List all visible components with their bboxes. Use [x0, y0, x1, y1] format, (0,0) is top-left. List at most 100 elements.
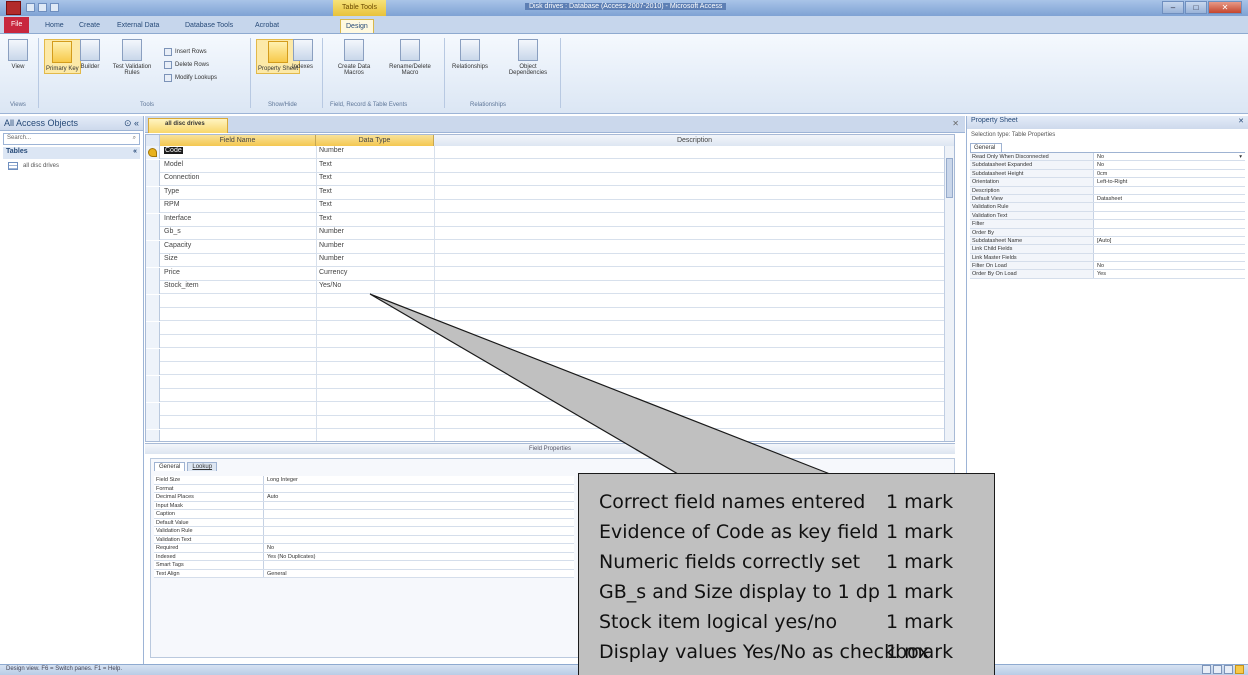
data-type-cell[interactable]: Number — [319, 228, 344, 235]
row-selector[interactable] — [146, 200, 160, 213]
table-row[interactable] — [146, 429, 954, 441]
table-row[interactable]: Interface Text — [146, 213, 954, 227]
data-type-cell[interactable]: Text — [319, 215, 332, 222]
property-sheet-row[interactable]: Description — [970, 186, 1245, 195]
table-row[interactable] — [146, 335, 954, 348]
row-selector[interactable] — [146, 416, 160, 429]
property-value[interactable]: No — [1094, 262, 1245, 269]
table-row[interactable] — [146, 348, 954, 362]
field-property-row[interactable]: Validation Text — [154, 535, 574, 544]
tab-acrobat[interactable]: Acrobat — [250, 19, 284, 33]
field-property-row[interactable]: Validation Rule — [154, 527, 574, 536]
property-value[interactable] — [1094, 254, 1245, 261]
chevron-down-icon[interactable]: ▾ — [1239, 153, 1242, 160]
property-sheet-row[interactable]: Validation Text — [970, 211, 1245, 221]
delete-rows-button[interactable]: Delete Rows — [164, 61, 209, 69]
row-selector[interactable] — [146, 308, 160, 321]
property-value[interactable] — [1094, 187, 1245, 194]
nav-search-input[interactable]: Search... ⌕ — [3, 133, 140, 145]
modify-lookups-button[interactable]: Modify Lookups — [164, 74, 217, 82]
property-value[interactable] — [1094, 229, 1245, 236]
property-value[interactable]: Long Integer — [264, 476, 574, 484]
property-value[interactable] — [264, 518, 574, 526]
row-selector[interactable] — [146, 375, 160, 389]
property-sheet-row[interactable]: Filter — [970, 220, 1245, 229]
field-name-cell[interactable]: Model — [164, 161, 183, 168]
row-selector[interactable] — [146, 335, 160, 348]
document-tab[interactable]: all disc drives — [148, 118, 228, 133]
field-name-cell[interactable]: Connection — [164, 174, 199, 181]
field-name-cell[interactable]: Size — [164, 255, 178, 262]
close-icon[interactable]: ✕ — [1238, 117, 1244, 128]
row-selector[interactable] — [146, 173, 160, 186]
data-type-cell[interactable]: Number — [319, 242, 344, 249]
row-selector[interactable] — [146, 281, 160, 294]
data-type-cell[interactable]: Text — [319, 174, 332, 181]
view-button[interactable]: View — [8, 39, 28, 70]
table-row[interactable] — [146, 294, 954, 308]
undo-icon[interactable] — [38, 3, 47, 12]
field-property-row[interactable]: Smart Tags — [154, 561, 574, 570]
scroll-thumb[interactable] — [946, 158, 953, 198]
table-row[interactable] — [146, 389, 954, 402]
tab-external-data[interactable]: External Data — [112, 19, 164, 33]
field-name-cell[interactable]: Price — [164, 269, 180, 276]
field-property-row[interactable]: Format — [154, 484, 574, 493]
property-value[interactable] — [1094, 245, 1245, 252]
nav-header[interactable]: All Access Objects ⊙ « — [0, 116, 143, 131]
row-selector[interactable] — [146, 402, 160, 416]
row-selector[interactable] — [146, 254, 160, 267]
property-sheet-row[interactable]: Filter On Load No — [970, 262, 1245, 271]
table-row[interactable] — [146, 362, 954, 375]
object-dependencies-button[interactable]: Object Dependencies — [504, 39, 552, 76]
field-name-cell[interactable]: Type — [164, 188, 179, 195]
pivottable-view-icon[interactable] — [1213, 665, 1222, 674]
data-type-cell[interactable]: Number — [319, 255, 344, 262]
field-name-cell[interactable]: Code — [164, 147, 183, 154]
field-name-cell[interactable]: Gb_s — [164, 228, 181, 235]
property-sheet-row[interactable]: Order By — [970, 228, 1245, 237]
pivotchart-view-icon[interactable] — [1224, 665, 1233, 674]
close-document-icon[interactable]: ✕ — [952, 119, 959, 128]
property-value[interactable] — [1094, 220, 1245, 227]
table-row[interactable]: Stock_item Yes/No — [146, 281, 954, 294]
field-property-row[interactable]: Field Size Long Integer — [154, 476, 574, 485]
property-value[interactable]: Yes (No Duplicates) — [264, 552, 574, 560]
tab-file[interactable]: File — [4, 17, 30, 33]
field-name-cell[interactable]: Capacity — [164, 242, 191, 249]
access-app-icon[interactable] — [6, 1, 21, 15]
field-name-cell[interactable]: Interface — [164, 215, 191, 222]
property-sheet-row[interactable]: Default View Datasheet — [970, 194, 1245, 204]
tab-create[interactable]: Create — [74, 19, 105, 33]
property-value[interactable]: Datasheet — [1094, 195, 1245, 202]
property-sheet-row[interactable]: Validation Rule — [970, 203, 1245, 212]
property-value[interactable]: No ▾ — [1094, 153, 1245, 160]
field-property-row[interactable]: Decimal Places Auto — [154, 493, 574, 502]
table-row[interactable]: Capacity Number — [146, 240, 954, 254]
field-property-row[interactable]: Indexed Yes (No Duplicates) — [154, 552, 574, 561]
table-row[interactable]: Price Currency — [146, 267, 954, 281]
table-row[interactable] — [146, 375, 954, 389]
property-value[interactable]: 0cm — [1094, 170, 1245, 177]
create-data-macros-button[interactable]: Create Data Macros — [330, 39, 378, 76]
minimize-button[interactable]: – — [1162, 1, 1184, 14]
tab-home[interactable]: Home — [40, 19, 69, 33]
row-selector[interactable] — [146, 389, 160, 402]
test-validation-button[interactable]: Test Validation Rules — [112, 39, 152, 76]
design-view-icon[interactable] — [1235, 665, 1244, 674]
row-selector[interactable] — [146, 213, 160, 227]
row-selector[interactable] — [146, 429, 160, 441]
row-selector[interactable] — [146, 362, 160, 375]
vertical-scrollbar[interactable] — [944, 146, 954, 441]
tab-general[interactable]: General — [154, 462, 186, 471]
property-value[interactable]: Auto — [264, 493, 574, 501]
row-selector[interactable] — [146, 159, 160, 173]
property-value[interactable] — [264, 527, 574, 535]
row-selector[interactable] — [146, 186, 160, 200]
collapse-icon[interactable]: « — [133, 148, 137, 158]
indexes-button[interactable]: Indexes — [292, 39, 313, 70]
data-type-cell[interactable]: Number — [319, 147, 344, 154]
property-value[interactable] — [264, 535, 574, 543]
table-row[interactable] — [146, 402, 954, 416]
data-type-cell[interactable]: Text — [319, 188, 332, 195]
